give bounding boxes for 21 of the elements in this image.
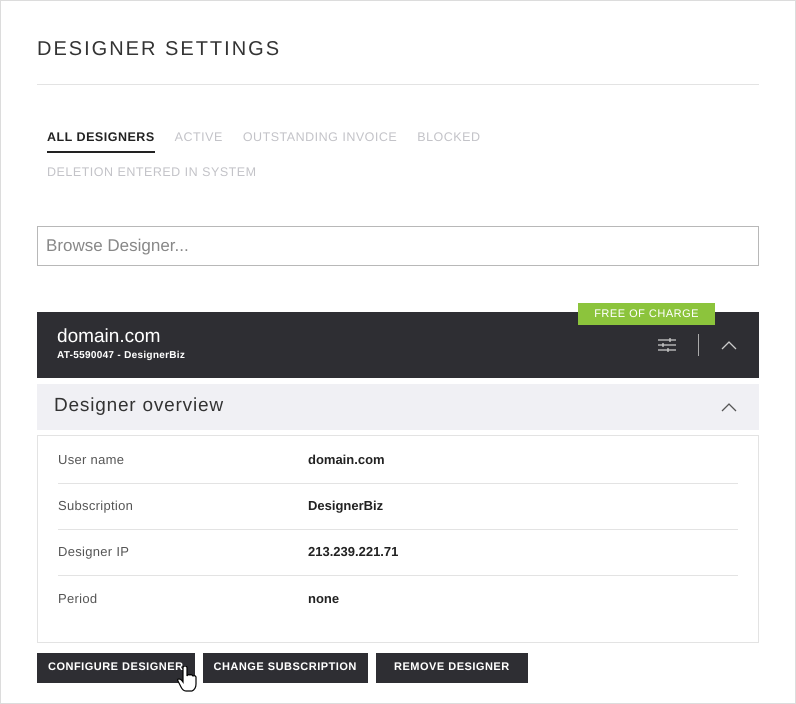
field-label: User name <box>58 451 126 470</box>
field-label: Period <box>58 590 98 608</box>
search-field[interactable]: Browse Designer... <box>37 226 759 266</box>
filter-tab[interactable]: ALL DESIGNERS <box>47 128 155 153</box>
field-value: DesignerBiz <box>308 497 384 516</box>
overview-header[interactable]: Designer overview <box>37 384 759 430</box>
field-value: 213.239.221.71 <box>308 543 398 562</box>
action-button[interactable]: CHANGE SUBSCRIPTION <box>202 652 368 682</box>
action-button[interactable]: CONFIGURE DESIGNER <box>37 652 195 682</box>
designer-subtitle: AT-5590047 - DesignerBiz <box>57 349 186 363</box>
field-value: none <box>308 590 340 608</box>
field-value: domain.com <box>308 451 385 470</box>
overview-title: Designer overview <box>54 394 225 418</box>
designer-name: domain.com <box>57 326 162 348</box>
field-label: Designer IP <box>58 543 130 562</box>
field-label: Subscription <box>58 497 134 516</box>
page-title: DESIGNER SETTINGS <box>37 37 282 62</box>
settings-icon[interactable] <box>658 336 676 352</box>
action-button[interactable]: REMOVE DESIGNER <box>376 652 528 682</box>
plan-badge: FREE OF CHARGE <box>578 302 715 325</box>
collapse-icon[interactable] <box>721 402 737 412</box>
